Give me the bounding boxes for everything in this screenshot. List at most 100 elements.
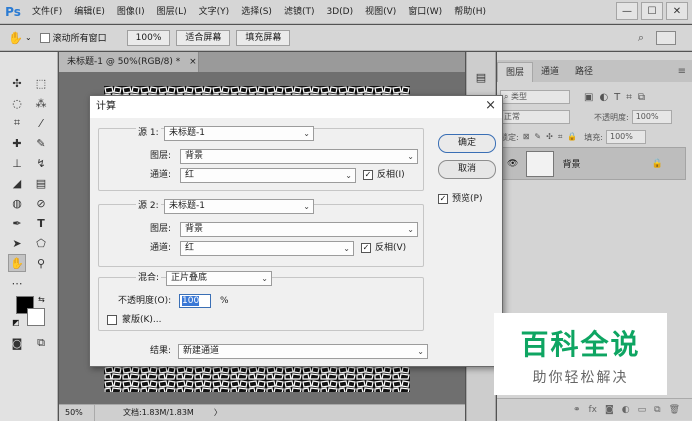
eyedropper-icon[interactable]: ⁄ (32, 114, 50, 132)
mask-checkbox[interactable] (107, 315, 117, 325)
status-menu-arrow-icon[interactable]: 〉 (194, 405, 222, 421)
lock-icons[interactable]: ⊠✎✣⌗🔒 (523, 132, 583, 142)
healing-brush-icon[interactable]: ✚ (8, 134, 26, 152)
pen-tool-icon[interactable]: ✒ (8, 214, 26, 232)
source2-select[interactable]: 未标题-1 ⌄ (164, 199, 314, 214)
tab-layers[interactable]: 图层 (497, 62, 534, 82)
fill-field[interactable]: 100% (605, 130, 646, 144)
fx-icon[interactable]: fx (589, 405, 598, 415)
menu-layer[interactable]: 图层(L) (151, 0, 193, 24)
panel-menu-icon[interactable]: ≡ (678, 66, 686, 77)
tab-channels[interactable]: 通道 (533, 62, 567, 82)
cancel-button[interactable]: 取消 (438, 160, 496, 179)
source2-invert-label: 反相(V) (375, 243, 407, 253)
blending-select[interactable]: 正片叠底 ⌄ (166, 271, 272, 286)
result-select[interactable]: 新建通道 ⌄ (178, 344, 428, 359)
zoom-level[interactable]: 50% (59, 405, 95, 421)
menu-file[interactable]: 文件(F) (26, 0, 68, 24)
swap-colors-icon[interactable]: ⇆ (38, 295, 45, 304)
dialog-close-icon[interactable]: × (485, 99, 496, 113)
adjustment-layer-icon[interactable]: ◐ (622, 405, 630, 415)
more-tools-icon[interactable]: ⋯ (8, 274, 26, 292)
hand-tool-icon[interactable]: ✋ (8, 31, 23, 45)
close-tab-icon[interactable]: × (189, 57, 197, 67)
eye-icon[interactable]: 👁 (507, 159, 518, 169)
source1-select[interactable]: 未标题-1 ⌄ (164, 126, 314, 141)
add-mask-icon[interactable]: ◙ (605, 405, 614, 415)
close-window-button[interactable]: ✕ (666, 2, 688, 20)
zoom-tool-icon[interactable]: ⚲ (32, 254, 50, 272)
menu-3d[interactable]: 3D(D) (320, 0, 359, 24)
opacity-field[interactable]: 100% (631, 110, 672, 124)
status-bar: 50% 文档:1.83M/1.83M 〉 (59, 404, 465, 421)
maximize-button[interactable]: ☐ (641, 2, 663, 20)
menu-type[interactable]: 文字(Y) (193, 0, 236, 24)
watermark-logo: 百科全说 助你轻松解决 (494, 313, 667, 395)
zoom-100-button[interactable]: 100% (126, 29, 171, 46)
scroll-all-windows-checkbox[interactable] (39, 32, 50, 43)
tab-paths[interactable]: 路径 (567, 62, 601, 82)
source1-layer-label: 图层: (150, 151, 172, 161)
source2-layer-select[interactable]: 背景 ⌄ (180, 222, 418, 237)
ok-button[interactable]: 确定 (438, 134, 496, 153)
group-icon[interactable]: ▭ (638, 405, 647, 415)
lock-row: 锁定: ⊠✎✣⌗🔒 填充: 100% (500, 128, 690, 146)
document-tab[interactable]: 未标题-1 @ 50%(RGB/8) * × (59, 52, 199, 72)
history-brush-icon[interactable]: ↯ (32, 154, 50, 172)
menu-select[interactable]: 选择(S) (235, 0, 278, 24)
mask-label: 蒙版(K)... (122, 315, 162, 325)
opacity-label: 不透明度(O): (118, 296, 172, 306)
menu-window[interactable]: 窗口(W) (402, 0, 448, 24)
source1-channel-select[interactable]: 红 ⌄ (180, 168, 356, 183)
crop-tool-icon[interactable]: ⌗ (8, 114, 26, 132)
background-color-swatch[interactable] (27, 308, 45, 326)
menu-edit[interactable]: 编辑(E) (68, 0, 111, 24)
result-value: 新建通道 (183, 346, 220, 356)
gradient-tool-icon[interactable]: ▤ (32, 174, 50, 192)
lasso-tool-icon[interactable]: ◌ (8, 94, 26, 112)
marquee-tool-icon[interactable]: ⬚ (32, 74, 50, 92)
hand-tool-icon[interactable]: ✋ (8, 254, 26, 272)
search-icon[interactable]: ⌕ (638, 31, 644, 45)
workspace-switcher-icon[interactable] (656, 30, 676, 45)
minimize-button[interactable]: — (616, 2, 638, 20)
source2-invert-checkbox[interactable]: ✓ (361, 243, 371, 253)
opacity-input[interactable]: 100 (179, 294, 211, 308)
shape-tool-icon[interactable]: ⬠ (32, 234, 50, 252)
source2-channel-select[interactable]: 红 ⌄ (180, 241, 354, 256)
layer-row-background[interactable]: 👁 背景 🔒 (500, 147, 686, 180)
source1-invert-label: 反相(I) (377, 170, 405, 180)
source1-layer-select[interactable]: 背景 ⌄ (180, 149, 418, 164)
menu-view[interactable]: 视图(V) (359, 0, 402, 24)
move-tool-icon[interactable]: ✣ (8, 74, 26, 92)
brush-tool-icon[interactable]: ✎ (32, 134, 50, 152)
menu-filter[interactable]: 滤镜(T) (278, 0, 321, 24)
chevron-down-icon[interactable]: ⌄ (25, 33, 32, 42)
layer-name: 背景 (562, 160, 581, 170)
link-layers-icon[interactable]: ⚭ (573, 405, 581, 415)
new-layer-icon[interactable]: ⧉ (654, 405, 660, 415)
blur-tool-icon[interactable]: ◍ (8, 194, 26, 212)
type-tool-icon[interactable]: T (32, 214, 50, 232)
chevron-down-icon: ⌄ (407, 225, 414, 234)
clone-stamp-icon[interactable]: ⊥ (8, 154, 26, 172)
history-panel-icon[interactable]: ▤ (472, 68, 490, 86)
screen-mode-icon[interactable]: ⧉ (32, 334, 50, 352)
dodge-tool-icon[interactable]: ⊘ (32, 194, 50, 212)
path-selection-icon[interactable]: ➤ (8, 234, 26, 252)
menu-image[interactable]: 图像(I) (111, 0, 151, 24)
fill-screen-button[interactable]: 填充屏幕 (236, 29, 291, 46)
default-colors-icon[interactable]: ◩ (12, 318, 20, 327)
eraser-tool-icon[interactable]: ◢ (8, 174, 26, 192)
magic-wand-icon[interactable]: ⁂ (32, 94, 50, 112)
preview-checkbox[interactable]: ✓ (438, 194, 448, 204)
menu-help[interactable]: 帮助(H) (448, 0, 492, 24)
chevron-down-icon: ⌄ (303, 129, 310, 138)
trash-icon[interactable]: 🗑 (669, 405, 680, 415)
source1-invert-checkbox[interactable]: ✓ (363, 170, 373, 180)
blend-mode-select[interactable]: 正常 (500, 110, 570, 124)
layer-filter-select[interactable]: ⌕ 类型 (500, 90, 570, 104)
fit-screen-button[interactable]: 适合屏幕 (176, 29, 231, 46)
filter-icons[interactable]: ▣◐T⌗⧉ (584, 92, 651, 103)
quick-mask-icon[interactable]: ◙ (8, 334, 26, 352)
